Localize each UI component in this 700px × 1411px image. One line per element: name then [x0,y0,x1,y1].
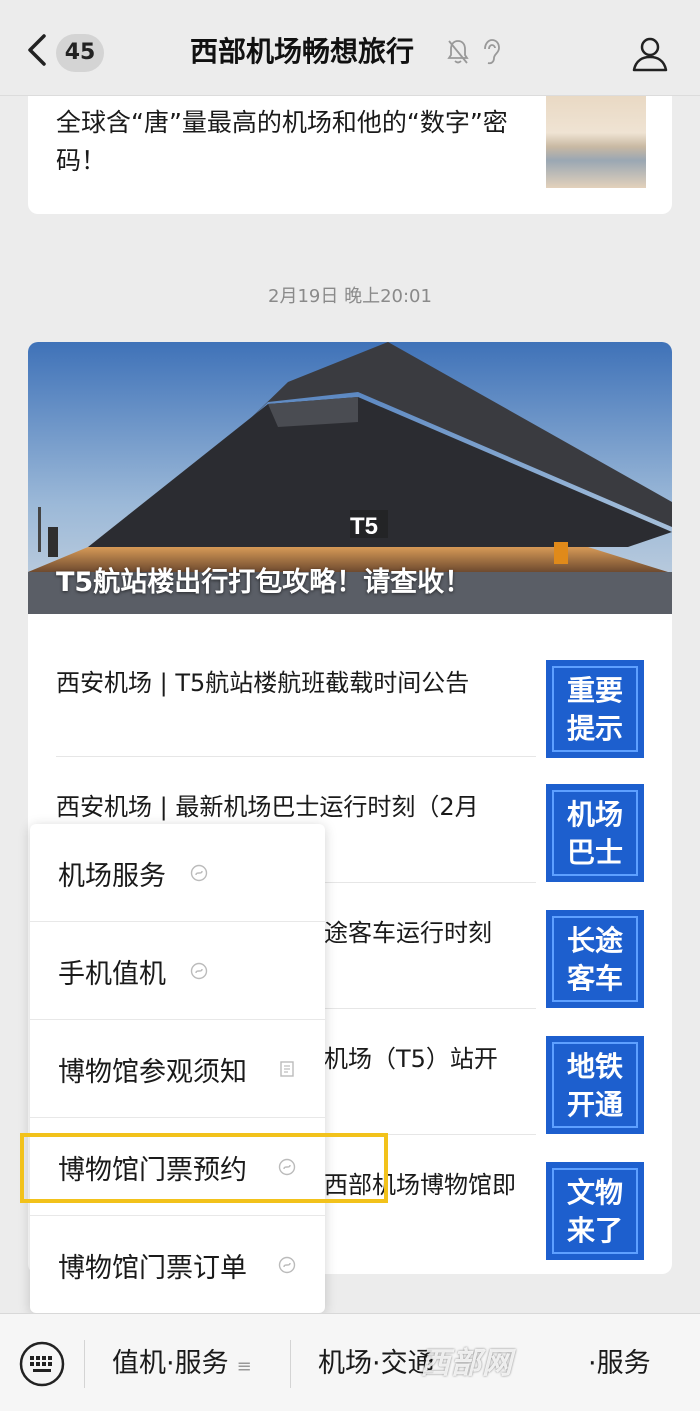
mini-program-icon [190,864,208,882]
menu-item-mobile-checkin[interactable]: 手机值机 [30,922,325,1020]
menu-item-label: 机场服务 [58,861,166,892]
thumb-text-line2: 客车 [566,962,623,995]
thumb-text-line1: 机场 [566,798,623,831]
divider [84,1340,85,1388]
article-thumbnail: 文物 来了 [546,1162,644,1260]
menu-item-label: 博物馆门票订单 [58,1253,247,1284]
menu-item-label: 手机值机 [58,959,166,990]
tab-checkin-service[interactable]: 值机·服务 ≡ [112,1344,252,1387]
mute-bell-icon [447,40,469,64]
mini-program-icon [278,1256,296,1274]
article-thumbnail [546,96,646,188]
article-title: 西安机场 | T5航站楼航班截载时间公告 [56,669,470,697]
menu-item-museum-ticket-orders[interactable]: 博物馆门票订单 [30,1216,325,1314]
menu-lines-icon: ≡ [236,1356,252,1377]
article-thumbnail: 长途 客车 [546,910,644,1008]
menu-item-airport-service[interactable]: 机场服务 [30,824,325,922]
unread-count-badge[interactable]: 45 [56,34,104,72]
thumb-text-line1: 地铁 [566,1050,623,1083]
divider [290,1340,291,1388]
thumb-text-line2: 提示 [566,712,623,745]
service-menu-popup: 机场服务 手机值机 博物馆参观须知 博物馆门票预约 博物馆门票订单 [30,824,325,1313]
thumb-text-line1: 文物 [566,1176,623,1209]
article-item[interactable]: 西安机场 | T5航站楼航班截载时间公告 重要提示 [28,632,672,758]
mini-program-icon [190,962,208,980]
tab-label: 机场·交通 [318,1348,435,1379]
profile-icon[interactable] [630,34,670,74]
tab-services[interactable]: ·服务 [588,1344,651,1384]
article-thumbnail: 重要 提示 [546,660,644,758]
article-title: 途客车运行时刻 [324,919,492,947]
highlight-box [20,1133,388,1203]
ear-mode-icon [484,39,500,65]
thumb-text-line2: 开通 [566,1088,623,1121]
menu-item-label: 博物馆参观须知 [58,1057,247,1088]
tab-label: ·服务 [588,1348,651,1379]
account-title: 西部机场畅想旅行 [190,35,415,68]
bottom-menu-bar: 值机·服务 ≡ 机场·交通 ·服务 西部网 [0,1313,700,1411]
thumb-text-line1: 重要 [566,674,623,707]
divider [56,756,536,757]
message-timestamp: 2月19日 晚上20:01 [268,286,432,307]
tab-airport-transport[interactable]: 机场·交通 [318,1344,435,1384]
keyboard-icon[interactable] [18,1340,66,1388]
article-icon [280,1061,294,1077]
thumb-text-line2: 来了 [566,1214,623,1247]
article-title: 西安机场 | 最新机场巴士运行时刻（2月 [56,793,479,821]
article-title: 全球含“唐”量最高的机场和他的“数字”密码！ [56,108,508,175]
tab-label: 值机·服务 [112,1348,229,1379]
article-thumbnail: 机场 巴士 [546,784,644,882]
watermark-text: 西部网 [420,1346,513,1381]
thumb-text-line2: 巴士 [566,836,623,869]
menu-item-museum-notice[interactable]: 博物馆参观须知 [30,1020,325,1118]
hero-article-title: T5航站楼出行打包攻略！请查收！ [56,567,472,598]
hero-sign-text: T5 [350,513,378,540]
chat-header: 45 西部机场畅想旅行 [0,0,700,96]
thumb-text-line1: 长途 [566,924,623,957]
back-arrow-icon[interactable] [22,30,52,70]
previous-article-card[interactable]: 全球含“唐”量最高的机场和他的“数字”密码！ [28,96,672,214]
article-title: 机场（T5）站开 [324,1045,498,1073]
article-thumbnail: 地铁 开通 [546,1036,644,1134]
